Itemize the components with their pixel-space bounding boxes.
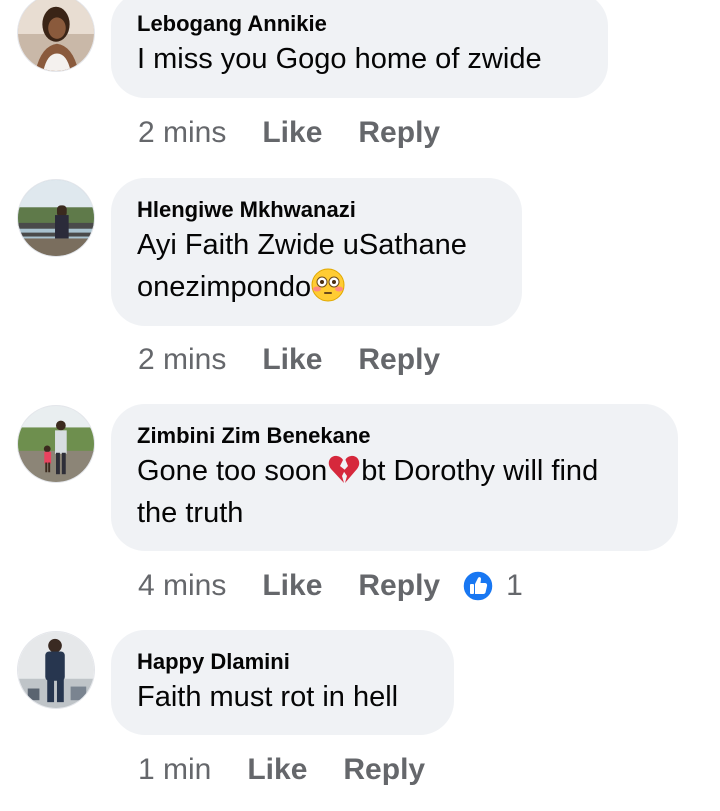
avatar[interactable] [17,0,95,72]
comment-actions: 4 mins Like Reply 1 [138,566,523,606]
comment-actions: 1 min Like Reply [138,750,425,790]
comment-bubble: Lebogang Annikie I miss you Gogo home of… [111,0,608,98]
broken-heart-emoji-icon [329,455,360,483]
flushed-face-emoji-icon [311,268,345,302]
avatar[interactable] [17,631,95,709]
comment-bubble: Happy Dlamini Faith must rot in hell [111,630,454,735]
comment-text-line: onezimpondo [137,271,312,303]
comment-item: Lebogang Annikie I miss you Gogo home of… [0,0,720,160]
reply-button[interactable]: Reply [358,116,440,150]
avatar[interactable] [17,405,95,483]
comment-item: Happy Dlamini Faith must rot in hell 1 m… [0,0,720,786]
reply-button[interactable]: Reply [358,343,440,377]
comment-actions: 2 mins Like Reply [138,340,440,380]
profile-photo [18,0,94,71]
comment-timestamp[interactable]: 2 mins [138,343,226,377]
profile-photo [18,180,94,256]
reaction-count: 1 [506,569,523,602]
comment-bubble: Zimbini Zim Benekane Gone too soon bt Do… [111,404,678,551]
reaction-summary[interactable]: 1 [462,569,523,603]
comment-text-line: Gone too soon [137,455,328,487]
comment-author[interactable]: Happy Dlamini [137,648,428,676]
avatar[interactable] [17,179,95,257]
like-button[interactable]: Like [262,569,322,603]
comment-text: I miss you Gogo home of zwide [137,43,542,75]
comment-text: Ayi Faith Zwide uSathane onezimpondo [137,224,496,308]
comment-timestamp[interactable]: 2 mins [138,116,226,150]
comment-text-line: bt Dorothy will find [361,455,599,487]
comment-actions: 2 mins Like Reply [138,113,440,153]
comment-text-line: the truth [137,497,244,529]
comment-author[interactable]: Lebogang Annikie [137,10,582,38]
thumbs-up-icon [462,570,494,602]
profile-photo [18,632,94,708]
comment-timestamp[interactable]: 4 mins [138,569,226,603]
comment-text: Gone too soon bt Dorothy will find the t… [137,450,652,534]
profile-photo [18,406,94,482]
comment-bubble: Hlengiwe Mkhwanazi Ayi Faith Zwide uSath… [111,178,522,326]
comment-text: Faith must rot in hell [137,681,399,713]
reply-button[interactable]: Reply [343,753,425,787]
like-button[interactable]: Like [247,753,307,787]
comment-text-line: Ayi Faith Zwide uSathane [137,229,467,261]
like-button[interactable]: Like [262,343,322,377]
comment-timestamp[interactable]: 1 min [138,753,211,787]
reply-button[interactable]: Reply [358,569,440,603]
like-button[interactable]: Like [262,116,322,150]
comment-author[interactable]: Hlengiwe Mkhwanazi [137,196,496,224]
comment-author[interactable]: Zimbini Zim Benekane [137,422,652,450]
